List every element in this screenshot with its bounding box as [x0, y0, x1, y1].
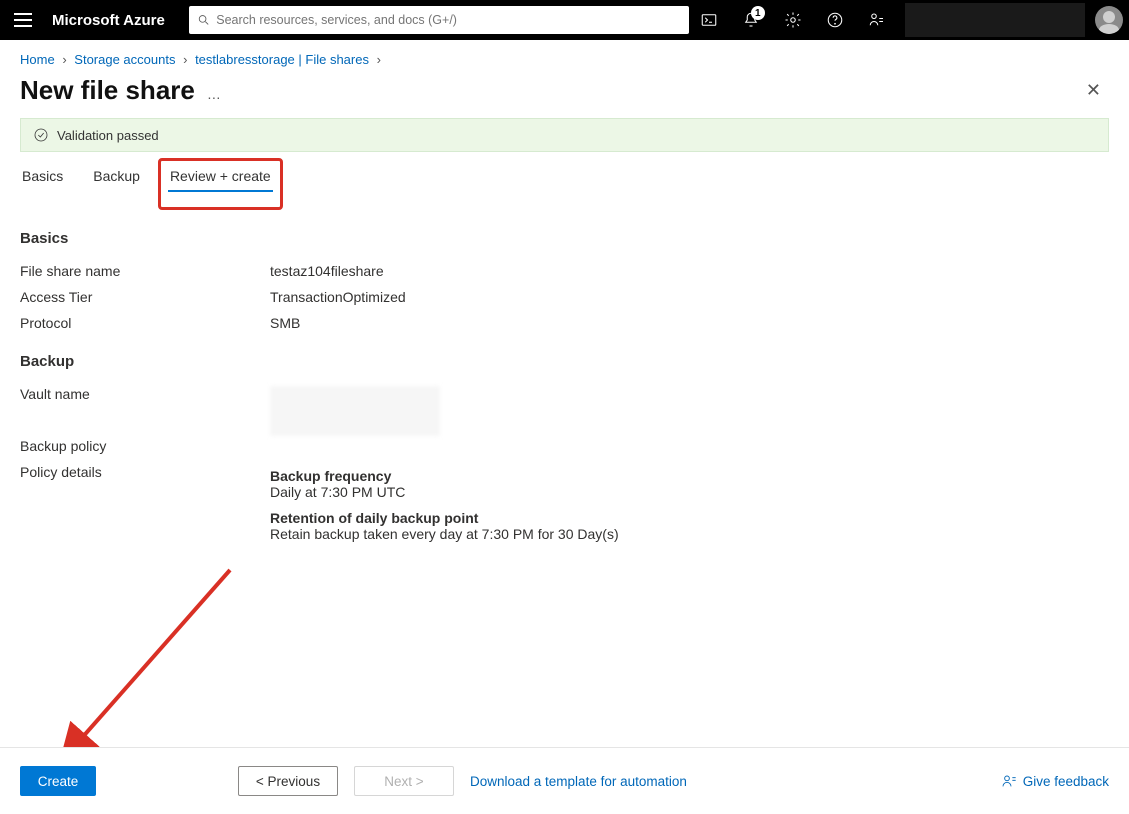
more-icon[interactable]: … [207, 86, 221, 102]
retention-heading: Retention of daily backup point [270, 510, 619, 526]
backup-frequency-value: Daily at 7:30 PM UTC [270, 484, 619, 500]
notification-badge: 1 [751, 6, 765, 20]
next-button: Next > [354, 766, 454, 796]
row-backup-policy: Backup policy [20, 438, 1109, 454]
backup-heading: Backup [20, 353, 1109, 370]
title-row: New file share … ✕ [0, 71, 1129, 118]
value-file-share-name: testaz104fileshare [270, 263, 384, 279]
value-policy-details: Backup frequency Daily at 7:30 PM UTC Re… [270, 464, 619, 552]
row-policy-details: Policy details Backup frequency Daily at… [20, 464, 1109, 552]
download-template-link[interactable]: Download a template for automation [470, 774, 687, 789]
give-feedback-link[interactable]: Give feedback [1001, 773, 1109, 789]
create-button[interactable]: Create [20, 766, 96, 796]
breadcrumb: Home › Storage accounts › testlabresstor… [0, 40, 1129, 71]
chevron-right-icon: › [183, 52, 187, 67]
breadcrumb-storage-accounts[interactable]: Storage accounts [74, 52, 175, 67]
breadcrumb-file-shares[interactable]: testlabresstorage | File shares [195, 52, 369, 67]
check-circle-icon [33, 127, 49, 143]
search-input[interactable] [216, 13, 681, 27]
feedback-icon[interactable] [857, 0, 897, 40]
label-file-share-name: File share name [20, 263, 270, 279]
global-search[interactable] [189, 6, 689, 34]
row-vault-name: Vault name [20, 386, 1109, 436]
search-icon [197, 13, 210, 27]
chevron-right-icon: › [377, 52, 381, 67]
avatar[interactable] [1095, 6, 1123, 34]
help-icon[interactable] [815, 0, 855, 40]
tab-backup[interactable]: Backup [91, 164, 142, 192]
notifications-icon[interactable]: 1 [731, 0, 771, 40]
basics-heading: Basics [20, 230, 1109, 247]
value-access-tier: TransactionOptimized [270, 289, 406, 305]
label-backup-policy: Backup policy [20, 438, 270, 454]
close-icon[interactable]: ✕ [1078, 76, 1109, 105]
action-bar: Create < Previous Next > Download a temp… [0, 747, 1129, 814]
top-icons: 1 [689, 0, 1123, 40]
row-protocol: Protocol SMB [20, 315, 1109, 331]
row-file-share-name: File share name testaz104fileshare [20, 263, 1109, 279]
account-info[interactable] [905, 3, 1085, 37]
chevron-right-icon: › [62, 52, 66, 67]
tab-review-create[interactable]: Review + create [168, 164, 273, 192]
validation-banner: Validation passed [20, 118, 1109, 152]
page-title: New file share [20, 75, 195, 106]
brand-label[interactable]: Microsoft Azure [52, 12, 165, 29]
label-policy-details: Policy details [20, 464, 270, 552]
value-vault-name-redacted [270, 386, 440, 436]
cloud-shell-icon[interactable] [689, 0, 729, 40]
label-protocol: Protocol [20, 315, 270, 331]
breadcrumb-home[interactable]: Home [20, 52, 55, 67]
label-vault-name: Vault name [20, 386, 270, 436]
settings-icon[interactable] [773, 0, 813, 40]
tabs: Basics Backup Review + create [0, 152, 1129, 192]
menu-icon[interactable] [14, 10, 32, 30]
retention-value: Retain backup taken every day at 7:30 PM… [270, 526, 619, 542]
review-content: Basics File share name testaz104fileshar… [0, 192, 1129, 552]
backup-frequency-heading: Backup frequency [270, 468, 619, 484]
top-nav-bar: Microsoft Azure 1 [0, 0, 1129, 40]
tab-review-create-label: Review + create [170, 168, 271, 184]
value-protocol: SMB [270, 315, 300, 331]
person-icon [1001, 773, 1017, 789]
label-access-tier: Access Tier [20, 289, 270, 305]
tab-basics[interactable]: Basics [20, 164, 65, 192]
row-access-tier: Access Tier TransactionOptimized [20, 289, 1109, 305]
previous-button[interactable]: < Previous [238, 766, 338, 796]
validation-text: Validation passed [57, 128, 159, 143]
give-feedback-label: Give feedback [1023, 774, 1109, 789]
annotation-arrow [60, 560, 260, 770]
